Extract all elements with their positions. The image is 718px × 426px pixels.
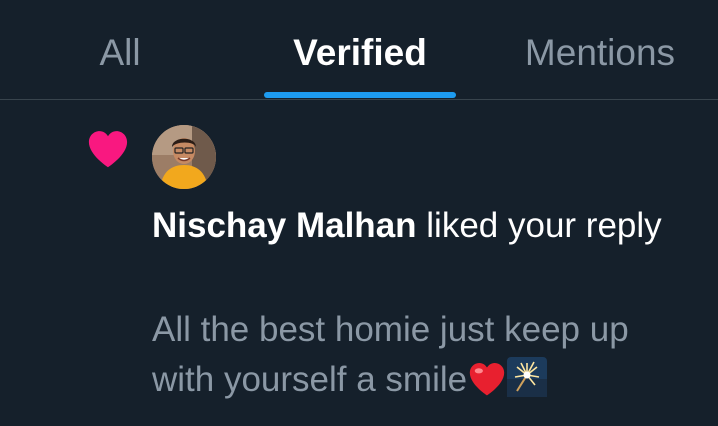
- avatar-image: [152, 125, 216, 189]
- action-text: liked your reply: [416, 206, 662, 245]
- reply-preview[interactable]: All the best homie just keep up with you…: [152, 305, 692, 411]
- user-name[interactable]: Nischay Malhan: [152, 206, 417, 245]
- reply-text: All the best homie just keep up with you…: [152, 310, 629, 399]
- like-notification[interactable]: Nischay Malhan liked your reply All the …: [0, 101, 718, 426]
- tab-verified[interactable]: Verified: [260, 30, 460, 80]
- sparkler-emoji: [507, 357, 548, 411]
- red-heart-emoji: [467, 361, 507, 411]
- tab-all[interactable]: All: [60, 30, 180, 80]
- tab-mentions[interactable]: Mentions: [500, 30, 700, 80]
- user-avatar[interactable]: [152, 125, 216, 189]
- heart-icon: [88, 131, 128, 168]
- active-tab-indicator: [264, 92, 456, 98]
- notification-headline: Nischay Malhan liked your reply: [152, 201, 692, 251]
- notifications-tab-bar: All Verified Mentions: [0, 0, 718, 100]
